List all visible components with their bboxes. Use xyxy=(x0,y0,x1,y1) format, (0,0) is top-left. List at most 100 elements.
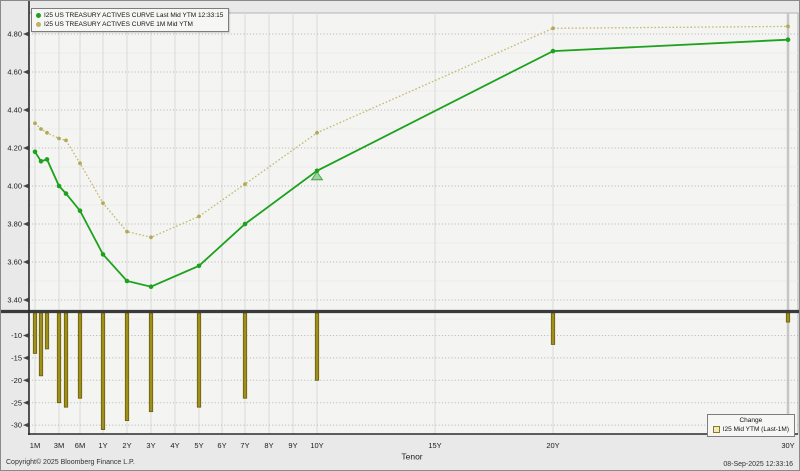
x-tick-label: 3Y xyxy=(146,441,155,450)
curve-last-point-20Y[interactable] xyxy=(551,49,556,54)
curve-last-point-5Y[interactable] xyxy=(197,264,202,269)
curve-1m-point-1M[interactable] xyxy=(33,121,37,125)
curve-1m-point-4M[interactable] xyxy=(64,139,68,143)
change-bar-5Y[interactable] xyxy=(197,313,200,407)
x-tick-label: 20Y xyxy=(546,441,559,450)
curve-last-point-3M[interactable] xyxy=(57,184,62,189)
change-bar-1Y[interactable] xyxy=(101,313,104,430)
x-tick-label: 6M xyxy=(75,441,85,450)
change-bar-1M[interactable] xyxy=(33,313,36,353)
curve-last-point-10Y[interactable] xyxy=(315,169,320,174)
curve-1m-point-1Y[interactable] xyxy=(101,201,105,205)
curve-last-point-7Y[interactable] xyxy=(243,222,248,227)
change-axis-label: -15 xyxy=(11,354,22,363)
status-bar: Copyright© 2025 Bloomberg Finance L.P. 0… xyxy=(1,456,799,470)
y-axis-label: 4.20 xyxy=(7,144,22,153)
y-tick-arrow-icon xyxy=(23,32,28,36)
curve-1m-point-20Y[interactable] xyxy=(551,26,555,30)
change-bar-3Y[interactable] xyxy=(149,313,152,412)
y-tick-arrow-icon xyxy=(23,423,28,427)
y-tick-arrow-icon xyxy=(23,356,28,360)
x-tick-label: 10Y xyxy=(310,441,323,450)
y-axis-label: 4.60 xyxy=(7,68,22,77)
change-bar-2Y[interactable] xyxy=(125,313,128,421)
change-bar-30Y[interactable] xyxy=(786,313,789,322)
x-tick-label: 2Y xyxy=(122,441,131,450)
curve-last-point-6M[interactable] xyxy=(78,208,83,213)
change-bar-4M[interactable] xyxy=(64,313,67,407)
curve-chart-canvas[interactable]: 4.804.604.404.204.003.803.603.40-10-15-2… xyxy=(1,1,800,471)
curve-last-point-4M[interactable] xyxy=(64,191,69,196)
y-axis-label: 4.40 xyxy=(7,106,22,115)
legend-last-label: I25 US TREASURY ACTIVES CURVE Last Mid Y… xyxy=(44,11,223,20)
curve-1m-point-30Y[interactable] xyxy=(786,25,790,29)
curve-last-point-2M[interactable] xyxy=(45,157,50,162)
x-tick-label: 6Y xyxy=(217,441,226,450)
curve-last-point-3Y[interactable] xyxy=(149,284,154,289)
y-tick-arrow-icon xyxy=(23,378,28,382)
x-tick-label: 1Y xyxy=(98,441,107,450)
x-tick-label: 8Y xyxy=(264,441,273,450)
curves-legend[interactable]: I25 US TREASURY ACTIVES CURVE Last Mid Y… xyxy=(31,8,229,32)
curve-last-point-30Y[interactable] xyxy=(786,37,791,42)
change-bar-3M[interactable] xyxy=(57,313,60,403)
curve-1m-point-2M[interactable] xyxy=(45,131,49,135)
curve-1m-point-6M[interactable] xyxy=(78,161,82,165)
legend-item-1m[interactable]: I25 US TREASURY ACTIVES CURVE 1M Mid YTM xyxy=(36,20,223,29)
change-legend-label: I25 Mid YTM (Last-1M) xyxy=(723,425,789,434)
y-tick-arrow-icon xyxy=(23,70,28,74)
y-tick-arrow-icon xyxy=(23,146,28,150)
change-axis-label: -10 xyxy=(11,331,22,340)
green-dot-icon xyxy=(36,13,41,18)
curve-1m-point-1.5M[interactable] xyxy=(39,127,43,131)
curve-1m-point-5Y[interactable] xyxy=(197,215,201,219)
curve-1m-point-7Y[interactable] xyxy=(243,182,247,186)
y-axis-label: 3.40 xyxy=(7,296,22,305)
x-tick-label: 1M xyxy=(30,441,40,450)
x-tick-label: 3M xyxy=(54,441,64,450)
olive-square-icon xyxy=(713,426,720,433)
y-axis-label: 3.80 xyxy=(7,220,22,229)
curve-1m-point-2Y[interactable] xyxy=(125,230,129,234)
legend-1m-label: I25 US TREASURY ACTIVES CURVE 1M Mid YTM xyxy=(44,20,193,29)
x-tick-label: 30Y xyxy=(781,441,794,450)
y-axis-label: 4.00 xyxy=(7,182,22,191)
change-legend[interactable]: Change I25 Mid YTM (Last-1M) xyxy=(707,414,795,437)
x-tick-label: 4Y xyxy=(170,441,179,450)
curve-1m-point-3M[interactable] xyxy=(57,137,61,141)
y-axis-label: 4.80 xyxy=(7,30,22,39)
y-tick-arrow-icon xyxy=(23,184,28,188)
x-tick-label: 15Y xyxy=(428,441,441,450)
change-bar-10Y[interactable] xyxy=(315,313,318,380)
change-axis-label: -30 xyxy=(11,421,22,430)
change-bar-7Y[interactable] xyxy=(243,313,246,398)
copyright-text: Copyright© 2025 Bloomberg Finance L.P. xyxy=(6,459,135,466)
curve-last-point-2Y[interactable] xyxy=(125,279,130,284)
y-tick-arrow-icon xyxy=(23,108,28,112)
change-bar-6M[interactable] xyxy=(78,313,81,398)
curve-last-point-1.5M[interactable] xyxy=(39,159,44,164)
curve-last-point-1Y[interactable] xyxy=(101,252,106,257)
bloomberg-curve-window: 4.804.604.404.204.003.803.603.40-10-15-2… xyxy=(0,0,800,471)
curve-1m-point-3Y[interactable] xyxy=(149,235,153,239)
x-tick-label: 7Y xyxy=(240,441,249,450)
change-bar-20Y[interactable] xyxy=(551,313,554,344)
legend-item-last[interactable]: I25 US TREASURY ACTIVES CURVE Last Mid Y… xyxy=(36,11,223,20)
y-tick-arrow-icon xyxy=(23,222,28,226)
curve-1m-point-10Y[interactable] xyxy=(315,131,319,135)
y-tick-arrow-icon xyxy=(23,260,28,264)
curve-last-point-1M[interactable] xyxy=(33,150,38,155)
x-tick-label: 9Y xyxy=(288,441,297,450)
change-bar-1.5M[interactable] xyxy=(39,313,42,376)
y-tick-arrow-icon xyxy=(23,333,28,337)
olive-dot-icon xyxy=(36,22,41,27)
x-tick-label: 5Y xyxy=(194,441,203,450)
timestamp-text: 08-Sep-2025 12:33:16 xyxy=(723,461,793,468)
change-bar-2M[interactable] xyxy=(45,313,48,349)
change-legend-item[interactable]: I25 Mid YTM (Last-1M) xyxy=(713,425,789,434)
change-legend-title: Change xyxy=(713,417,789,425)
y-tick-arrow-icon xyxy=(23,298,28,302)
change-axis-label: -25 xyxy=(11,398,22,407)
change-axis-label: -20 xyxy=(11,376,22,385)
y-tick-arrow-icon xyxy=(23,401,28,405)
